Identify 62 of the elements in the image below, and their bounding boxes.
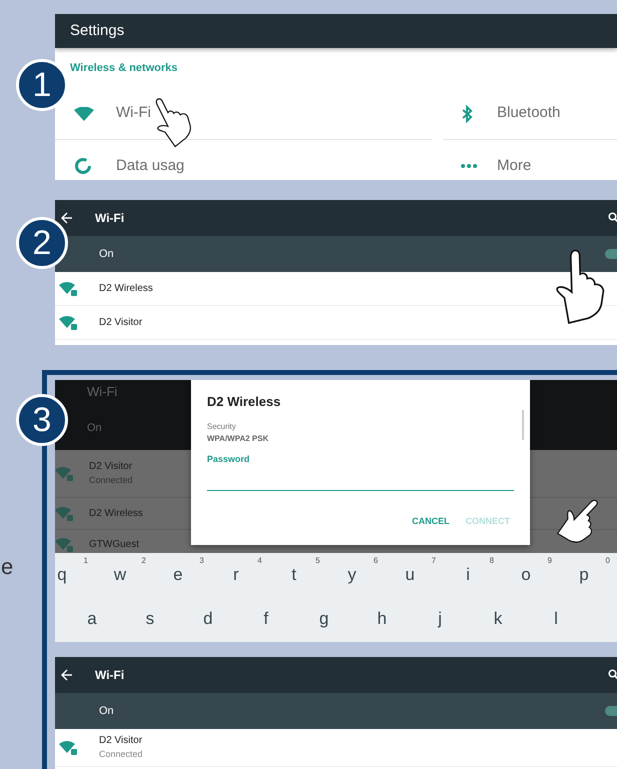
wifi-lock-icon [55,538,73,552]
keyboard-key[interactable]: a [63,597,121,641]
data-usage-icon [74,157,92,175]
wifi-lock-icon [55,466,73,480]
switch-label: On [99,246,114,262]
network-name[interactable]: D2 Visitor [99,315,142,330]
keyboard-key[interactable]: g [295,597,353,641]
wifi-lock-icon [59,282,77,296]
network-name: D2 Wireless [89,507,143,521]
setting-item[interactable]: Bluetooth [497,102,560,125]
wifi-lock-icon [55,506,73,520]
keyboard-key[interactable]: u 7 [381,553,439,597]
keyboard-key[interactable]: p 0 [555,553,613,597]
setting-item[interactable]: Wi-Fi [116,102,151,125]
bluetooth-icon [461,104,473,122]
keyboard-key[interactable]: y 6 [323,553,381,597]
switch-label: On [99,704,114,719]
setting-item[interactable]: Data usag [116,154,184,178]
back-arrow-icon[interactable] [61,669,73,681]
keyboard-key[interactable]: k [469,597,527,641]
network-name[interactable]: D2 Wireless [99,281,153,296]
screen-title: Settings [70,20,124,41]
keyboard-key[interactable]: i 8 [439,553,497,597]
back-arrow-icon[interactable] [61,212,73,224]
wifi-lock-icon [59,316,77,330]
setting-item[interactable]: More [497,154,532,178]
keyboard-key[interactable]: s [121,597,179,641]
screen-title: Wi-Fi [95,667,124,684]
scroll-indicator [522,410,524,440]
network-name: GTWGuest [89,538,140,552]
section-header: Wireless & networks [69,61,178,76]
keyboard-key[interactable]: q 1 [55,553,91,597]
keyboard-key[interactable]: w 2 [91,553,149,597]
more-icon [461,164,477,168]
network-name: D2 Visitor [89,460,133,474]
dialog-title: D2 Wireless [207,393,282,411]
search-icon[interactable] [608,668,617,681]
field-value: WPA/WPA2 PSK [207,432,270,444]
keyboard-key[interactable]: h [353,597,411,641]
network-status: Connected [99,748,143,762]
step-number: 1 [16,59,68,111]
step-number: 3 [16,394,68,446]
screen-title: Wi-Fi [87,383,118,401]
network-name[interactable]: D2 Visitor [99,733,143,748]
screen-title: Wi-Fi [95,210,124,227]
keyboard-key[interactable]: t 5 [265,553,323,597]
keyboard-key[interactable]: f [237,597,295,641]
wifi-icon [74,106,94,120]
step-number: 2 [16,217,68,269]
keyboard-key[interactable]: e 3 [149,553,207,597]
field-label: Password [207,452,251,466]
keyboard-key[interactable]: r 4 [207,553,265,597]
network-status: Connected [89,474,133,488]
field-label: Security [207,420,237,432]
text-fragment: e [1,553,14,581]
switch-label: On [87,420,102,436]
keyboard-key[interactable]: o 9 [497,553,555,597]
keyboard-key[interactable]: d [179,597,237,641]
keyboard-key[interactable]: l [527,597,585,641]
keyboard-key[interactable]: j [411,597,469,641]
wifi-lock-icon [59,740,77,754]
search-icon[interactable] [608,212,617,224]
